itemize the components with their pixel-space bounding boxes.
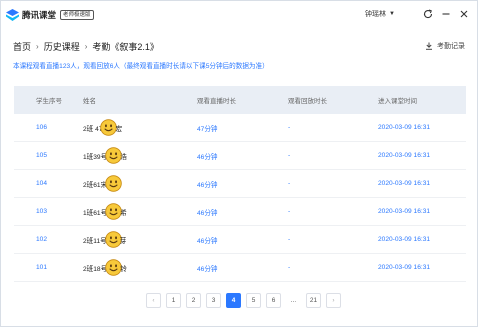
page-button-4[interactable]: 4 — [226, 293, 241, 308]
page-ellipsis: ... — [286, 293, 301, 308]
name-suffix: 宏 — [115, 125, 123, 133]
title-bar: 腾讯课堂 老师极速版 钟瑶林 ▼ — [1, 1, 477, 28]
export-attendance-button[interactable]: 考勤记录 — [425, 41, 465, 51]
cell-live-duration: 46分钟 — [197, 265, 218, 273]
cell-student-id: 106 — [36, 124, 48, 131]
cell-live-duration: 46分钟 — [197, 209, 218, 217]
cell-enter-time: 2020-03-09 16:31 — [378, 180, 431, 187]
table-row: 106 2班 47 宏 47分钟 - 2020-03-09 16:31 — [14, 114, 466, 142]
cell-enter-time: 2020-03-09 16:31 — [378, 208, 431, 215]
cell-student-id: 105 — [36, 152, 48, 159]
cell-replay-duration: - — [288, 180, 291, 187]
app-name: 腾讯课堂 — [22, 9, 57, 20]
cell-name: 2班61宋 — [83, 175, 197, 192]
cell-replay-duration: - — [288, 124, 291, 131]
edition-badge: 老师极速版 — [60, 9, 94, 20]
app-logo: 腾讯课堂 老师极速版 — [6, 8, 94, 21]
table-row: 101 2班18号 铃 46分钟 - 2020-03-09 16:31 — [14, 254, 466, 282]
table-header: 学生序号 姓名 观看直播时长 观看回放时长 进入课堂时间 — [14, 86, 466, 114]
cell-replay-duration: - — [288, 152, 291, 159]
breadcrumb-home[interactable]: 首页 — [13, 40, 31, 53]
prev-page-button[interactable]: ‹ — [146, 293, 161, 308]
name-prefix: 2班61宋 — [83, 181, 108, 189]
name-suffix: 希 — [120, 209, 127, 217]
cell-enter-time: 2020-03-09 16:31 — [378, 264, 431, 271]
cell-student-id: 101 — [36, 264, 48, 271]
cell-live-duration: 46分钟 — [197, 237, 218, 245]
name-prefix: 2班18号 — [83, 265, 108, 273]
header-student-id: 学生序号 — [36, 98, 62, 105]
header-name: 姓名 — [83, 98, 96, 105]
table-row: 103 1班61号 希 46分钟 - 2020-03-09 16:31 — [14, 198, 466, 226]
cell-name: 1班39号 浩 — [83, 147, 197, 164]
cell-student-id: 103 — [36, 208, 48, 215]
cell-name: 1班61号 希 — [83, 203, 197, 220]
header-live-duration: 观看直播时长 — [197, 98, 236, 105]
page-button-21[interactable]: 21 — [306, 293, 321, 308]
page-button-5[interactable]: 5 — [246, 293, 261, 308]
cell-student-id: 102 — [36, 236, 48, 243]
close-icon[interactable] — [457, 7, 471, 21]
refresh-icon[interactable] — [421, 7, 435, 21]
table-row: 104 2班61宋 46分钟 - 2020-03-09 16:31 — [14, 170, 466, 198]
cell-live-duration: 47分钟 — [197, 125, 218, 133]
breadcrumb-current: 考勤《叙事2.1》 — [92, 42, 159, 52]
name-suffix: 铃 — [120, 265, 127, 273]
table-row: 105 1班39号 浩 46分钟 - 2020-03-09 16:31 — [14, 142, 466, 170]
attendance-table: 学生序号 姓名 观看直播时长 观看回放时长 进入课堂时间 106 2班 47 宏 47… — [14, 86, 466, 282]
cell-enter-time: 2020-03-09 16:31 — [378, 124, 431, 131]
header-replay-duration: 观看回放时长 — [288, 98, 327, 105]
chevron-right-icon: › — [36, 42, 39, 51]
cell-live-duration: 46分钟 — [197, 181, 218, 189]
user-name: 钟瑶林 — [365, 11, 387, 18]
breadcrumb: 首页 › 历史课程 › 考勤《叙事2.1》 — [13, 40, 159, 53]
name-suffix: 芽 — [119, 237, 127, 245]
cell-replay-duration: - — [288, 264, 291, 271]
user-menu[interactable]: 钟瑶林 ▼ — [365, 9, 395, 19]
attendance-summary: 本课程观看直播123人，观看回放6人（最终观看直播时长请以下课5分钟后的数据为准… — [13, 63, 269, 70]
cell-name: 2班11号 芽 — [83, 231, 197, 248]
cell-live-duration: 46分钟 — [197, 153, 218, 161]
cell-replay-duration: - — [288, 208, 291, 215]
name-suffix: 浩 — [120, 153, 127, 161]
cell-enter-time: 2020-03-09 16:31 — [378, 236, 431, 243]
cell-replay-duration: - — [288, 236, 291, 243]
table-row: 102 2班11号 芽 46分钟 - 2020-03-09 16:31 — [14, 226, 466, 254]
logo-icon — [6, 8, 19, 21]
name-prefix: 2班11号 — [83, 237, 107, 245]
cell-student-id: 104 — [36, 180, 48, 187]
cell-name: 2班 47 宏 — [83, 119, 197, 136]
pagination: ‹ 1 2 3 4 5 6... 21 › — [146, 293, 346, 308]
smiley-emoji-icon — [105, 175, 122, 192]
page-button-1[interactable]: 1 — [166, 293, 181, 308]
page-button-3[interactable]: 3 — [206, 293, 221, 308]
export-label: 考勤记录 — [437, 43, 465, 50]
chevron-down-icon: ▼ — [389, 11, 395, 17]
name-prefix: 1班39号 — [83, 153, 108, 161]
name-prefix: 1班61号 — [83, 209, 108, 217]
page-button-6[interactable]: 6 — [266, 293, 281, 308]
minimize-icon[interactable] — [439, 7, 453, 21]
chevron-right-icon: › — [84, 42, 88, 51]
page-button-2[interactable]: 2 — [186, 293, 201, 308]
header-enter-time: 进入课堂时间 — [378, 98, 417, 105]
breadcrumb-history[interactable]: 历史课程 — [44, 40, 80, 53]
next-page-button[interactable]: › — [326, 293, 341, 308]
cell-enter-time: 2020-03-09 16:31 — [378, 152, 431, 159]
download-icon — [426, 42, 432, 50]
cell-name: 2班18号 铃 — [83, 259, 197, 276]
